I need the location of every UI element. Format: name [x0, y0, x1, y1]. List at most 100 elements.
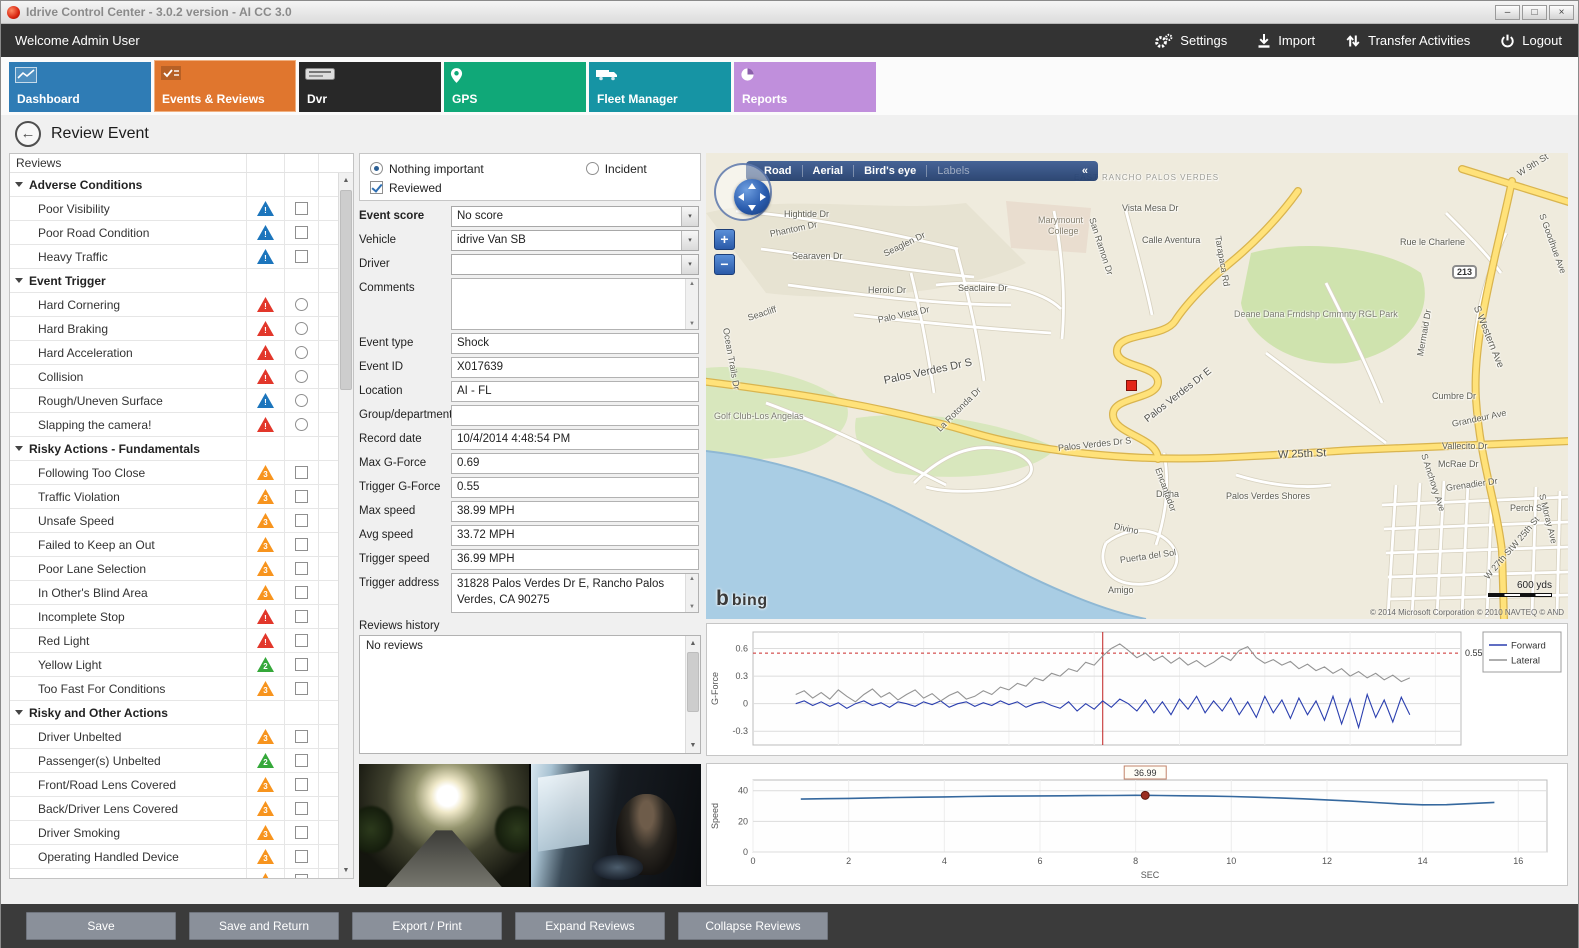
review-checkbox[interactable] — [295, 754, 308, 767]
scroll-down-icon[interactable]: ▼ — [686, 319, 698, 329]
pan-up-icon[interactable] — [748, 183, 756, 189]
export-print-button[interactable]: Export / Print — [352, 912, 502, 940]
settings-button[interactable]: Settings — [1153, 33, 1227, 49]
tab-dashboard[interactable]: Dashboard — [9, 62, 151, 112]
scroll-down-icon[interactable]: ▼ — [686, 602, 698, 612]
chevron-down-icon[interactable]: ▾ — [681, 231, 698, 250]
review-group-row[interactable]: Risky Actions - Fundamentals — [10, 437, 338, 461]
scroll-down-icon[interactable]: ▼ — [686, 738, 700, 753]
max-speed-field[interactable]: 38.99 MPH — [451, 501, 699, 522]
review-radio[interactable] — [295, 346, 308, 359]
compass-ball[interactable] — [734, 179, 770, 215]
tab-fleet[interactable]: Fleet Manager — [589, 62, 731, 112]
map-canvas[interactable]: EAST RANCHO PALOS VERDESMarymountCollege… — [706, 153, 1568, 619]
nothing-important-radio[interactable]: Nothing important — [370, 162, 484, 176]
review-item-row[interactable]: Poor Road Condition! — [10, 221, 338, 245]
pan-down-icon[interactable] — [748, 205, 756, 211]
review-checkbox[interactable] — [295, 850, 308, 863]
review-checkbox[interactable] — [295, 874, 308, 878]
map-bar-collapse-button[interactable]: « — [1082, 165, 1090, 177]
review-radio[interactable] — [295, 322, 308, 335]
save-and-return-button[interactable]: Save and Return — [189, 912, 339, 940]
review-item-row[interactable]: Too Fast For Conditions3 — [10, 677, 338, 701]
review-checkbox[interactable] — [295, 682, 308, 695]
map-compass-control[interactable] — [714, 163, 772, 221]
review-checkbox[interactable] — [295, 226, 308, 239]
import-button[interactable]: Import — [1257, 33, 1315, 49]
review-item-row[interactable]: Failed to Keep an Out3 — [10, 533, 338, 557]
review-checkbox[interactable] — [295, 514, 308, 527]
scroll-up-icon[interactable]: ▲ — [686, 574, 698, 584]
review-checkbox[interactable] — [295, 202, 308, 215]
location-field[interactable]: AI - FL — [451, 381, 699, 402]
tab-gps[interactable]: GPS — [444, 62, 586, 112]
review-item-row[interactable]: Rough/Uneven Surface! — [10, 389, 338, 413]
scrollbar-thumb[interactable] — [340, 190, 352, 390]
reviews-history-list[interactable]: No reviews ▲ ▼ — [359, 635, 701, 754]
review-item-row[interactable]: Poor Visibility! — [10, 197, 338, 221]
reviews-scrollbar[interactable]: ▲ ▼ — [338, 173, 353, 878]
event-id-field[interactable]: X017639 — [451, 357, 699, 378]
review-item-row[interactable]: Heavy Traffic! — [10, 245, 338, 269]
review-checkbox[interactable] — [295, 802, 308, 815]
review-radio[interactable] — [295, 370, 308, 383]
scroll-down-icon[interactable]: ▼ — [339, 863, 353, 878]
event-type-field[interactable]: Shock — [451, 333, 699, 354]
review-checkbox[interactable] — [295, 730, 308, 743]
review-item-row[interactable]: In Other's Blind Area3 — [10, 581, 338, 605]
pan-right-icon[interactable] — [760, 193, 766, 201]
logout-button[interactable]: Logout — [1500, 33, 1562, 49]
review-item-row[interactable]: Back/Driver Lens Covered3 — [10, 797, 338, 821]
review-checkbox[interactable] — [295, 658, 308, 671]
review-group-row[interactable]: Risky and Other Actions — [10, 701, 338, 725]
field-scrollbar[interactable]: ▲▼ — [685, 574, 698, 612]
group-department-field[interactable] — [451, 405, 699, 426]
trigger-gforce-field[interactable]: 0.55 — [451, 477, 699, 498]
video-thumbnail-road[interactable] — [359, 764, 529, 887]
tab-events[interactable]: Events & Reviews — [154, 60, 296, 112]
review-item-row[interactable]: Hard Cornering! — [10, 293, 338, 317]
review-checkbox[interactable] — [295, 610, 308, 623]
review-item-row[interactable]: Front/Road Lens Covered3 — [10, 773, 338, 797]
review-item-row[interactable]: Driver Unbelted3 — [10, 725, 338, 749]
map-view-labels[interactable]: Labels — [927, 165, 979, 177]
reviewed-checkbox[interactable]: Reviewed — [370, 181, 442, 195]
review-checkbox[interactable] — [295, 562, 308, 575]
review-item-row[interactable]: Driver Smoking3 — [10, 821, 338, 845]
review-group-row[interactable]: Adverse Conditions — [10, 173, 338, 197]
review-checkbox[interactable] — [295, 634, 308, 647]
event-score-select[interactable]: No score▾ — [451, 206, 699, 227]
chevron-down-icon[interactable]: ▾ — [681, 255, 698, 274]
trigger-speed-field[interactable]: 36.99 MPH — [451, 549, 699, 570]
collapse-reviews-button[interactable]: Collapse Reviews — [678, 912, 828, 940]
review-checkbox[interactable] — [295, 490, 308, 503]
expand-reviews-button[interactable]: Expand Reviews — [515, 912, 665, 940]
video-thumbnail-cabin[interactable] — [531, 764, 701, 887]
review-radio[interactable] — [295, 394, 308, 407]
review-checkbox[interactable] — [295, 586, 308, 599]
chevron-down-icon[interactable]: ▾ — [681, 207, 698, 226]
review-item-row[interactable]: Following Too Close3 — [10, 461, 338, 485]
review-item-row[interactable]: Incomplete Stop! — [10, 605, 338, 629]
review-item-row[interactable]: Hard Braking! — [10, 317, 338, 341]
minimize-button[interactable]: – — [1495, 5, 1520, 20]
pan-left-icon[interactable] — [738, 193, 744, 201]
max-gforce-field[interactable]: 0.69 — [451, 453, 699, 474]
review-radio[interactable] — [295, 418, 308, 431]
review-checkbox[interactable] — [295, 826, 308, 839]
maximize-button[interactable]: □ — [1522, 5, 1547, 20]
avg-speed-field[interactable]: 33.72 MPH — [451, 525, 699, 546]
review-item-row[interactable]: Hard Acceleration! — [10, 341, 338, 365]
scroll-up-icon[interactable]: ▲ — [339, 173, 353, 188]
review-item-row[interactable]: Unsafe Speed3 — [10, 509, 338, 533]
comments-textarea[interactable]: ▲▼ — [451, 278, 699, 330]
save-button[interactable]: Save — [26, 912, 176, 940]
review-checkbox[interactable] — [295, 778, 308, 791]
scroll-up-icon[interactable]: ▲ — [686, 279, 698, 289]
back-button[interactable]: ← — [15, 121, 41, 147]
transfer-activities-button[interactable]: Transfer Activities — [1345, 33, 1470, 49]
tab-reports[interactable]: Reports — [734, 62, 876, 112]
collapse-arrow-icon[interactable] — [15, 710, 23, 715]
review-checkbox[interactable] — [295, 466, 308, 479]
vehicle-select[interactable]: idrive Van SB▾ — [451, 230, 699, 251]
